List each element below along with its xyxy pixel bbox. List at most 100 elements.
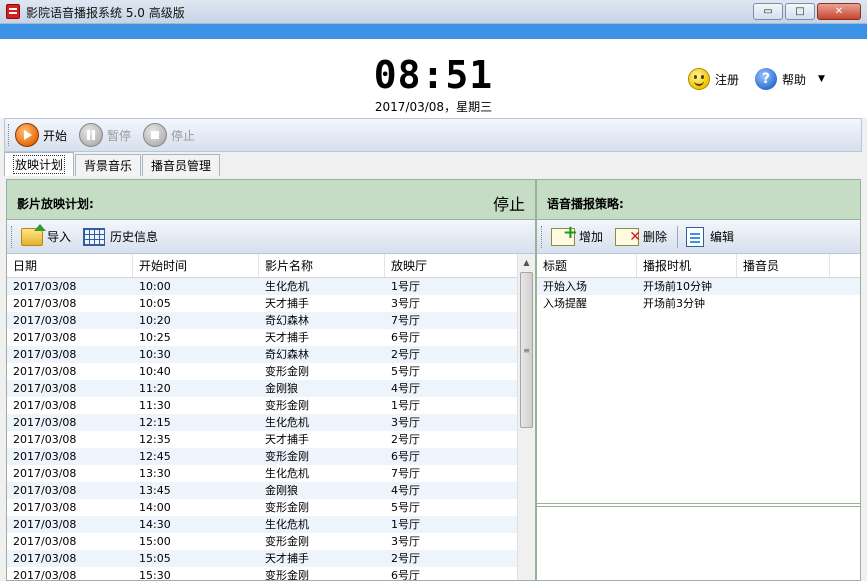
table-cell: 2号厅 [391,348,420,361]
schedule-rows: 2017/03/08 10:00 生化危机 1号厅 2017/03/08 10:05 天才捕… [7,278,519,580]
register-link[interactable]: 注册 [715,71,739,88]
table-cell: 1号厅 [391,518,420,531]
table-cell: 开场前3分钟 [643,297,705,310]
toolbar-grip[interactable] [11,226,14,248]
column-header-title[interactable]: 标题 [537,254,637,277]
table-row[interactable]: 2017/03/08 10:20 奇幻森林 7号厅 [7,312,519,329]
pause-icon [79,123,104,147]
table-row[interactable]: 2017/03/08 14:30 生化危机 1号厅 [7,516,519,533]
stop-label: 停止 [171,128,196,143]
window-title: 影院语音播报系统 5.0 高级版 [26,6,185,20]
scroll-up-icon[interactable]: ▲ [518,254,535,271]
table-cell: 2017/03/08 [13,535,77,548]
chevron-down-icon[interactable]: ▼ [818,74,825,84]
smiley-icon[interactable] [688,68,710,90]
table-cell: 11:20 [139,382,171,395]
toolbar-grip[interactable] [541,226,544,248]
column-header-announcer[interactable]: 播音员 [737,254,830,277]
folder-open-icon [21,223,46,246]
table-row[interactable]: 2017/03/08 15:30 变形金刚 6号厅 [7,567,519,580]
table-row[interactable]: 2017/03/08 11:20 金刚狼 4号厅 [7,380,519,397]
vertical-scrollbar[interactable]: ▲ ≡ [517,254,535,580]
stop-button[interactable]: 停止 [143,123,195,147]
table-row[interactable]: 2017/03/08 15:05 天才捕手 2号厅 [7,550,519,567]
table-cell: 生化危机 [265,280,309,293]
table-cell: 10:30 [139,348,171,361]
table-cell: 奇幻森林 [265,348,309,361]
start-button[interactable]: 开始 [15,123,67,147]
edit-icon [686,226,705,247]
table-cell: 生化危机 [265,467,309,480]
maximize-button[interactable]: □ [785,3,815,20]
table-row[interactable]: 2017/03/08 12:35 天才捕手 2号厅 [7,431,519,448]
table-cell: 1号厅 [391,280,420,293]
tab-schedule[interactable]: 放映计划 [4,152,75,176]
title-bar: 影院语音播报系统 5.0 高级版 ▭ □ ✕ [0,0,867,24]
table-cell: 变形金刚 [265,501,309,514]
table-cell: 2017/03/08 [13,399,77,412]
table-cell: 开场前10分钟 [643,280,712,293]
delete-button[interactable]: 删除 [615,227,667,246]
table-row[interactable]: 2017/03/08 12:45 变形金刚 6号厅 [7,448,519,465]
close-button[interactable]: ✕ [817,3,861,20]
table-row[interactable]: 2017/03/08 10:00 生化危机 1号厅 [7,278,519,295]
edit-button[interactable]: 编辑 [686,226,734,247]
help-link[interactable]: 帮助 [782,71,806,88]
table-row[interactable]: 开始入场 开场前10分钟 [537,278,860,295]
table-row[interactable]: 2017/03/08 14:00 变形金刚 5号厅 [7,499,519,516]
table-cell: 变形金刚 [265,399,309,412]
start-label: 开始 [43,128,68,143]
table-cell: 生化危机 [265,518,309,531]
schedule-toolbar: 导入 历史信息 [7,220,535,254]
table-cell: 入场提醒 [543,297,587,310]
table-cell: 10:00 [139,280,171,293]
table-row[interactable]: 2017/03/08 11:30 变形金刚 1号厅 [7,397,519,414]
table-cell: 2017/03/08 [13,348,77,361]
table-cell: 2017/03/08 [13,416,77,429]
scroll-thumb[interactable]: ≡ [520,272,533,428]
history-button[interactable]: 历史信息 [83,227,158,246]
clock-area: 08:51 2017/03/08，星期三 注册 ? 帮助 ▼ [0,39,867,118]
table-cell: 4号厅 [391,484,420,497]
table-row[interactable]: 2017/03/08 15:00 变形金刚 3号厅 [7,533,519,550]
table-cell: 6号厅 [391,331,420,344]
column-header-timing[interactable]: 播报时机 [637,254,737,277]
column-header-date[interactable]: 日期 [7,254,133,277]
pause-button[interactable]: 暂停 [79,123,131,147]
table-row[interactable]: 2017/03/08 13:30 生化危机 7号厅 [7,465,519,482]
toolbar-grip[interactable] [8,124,11,146]
column-header-hall[interactable]: 放映厅 [385,254,519,277]
table-row[interactable]: 2017/03/08 12:15 生化危机 3号厅 [7,414,519,431]
table-cell: 2017/03/08 [13,280,77,293]
minimize-button[interactable]: ▭ [753,3,783,20]
table-row[interactable]: 2017/03/08 10:30 奇幻森林 2号厅 [7,346,519,363]
import-button[interactable]: 导入 [21,223,71,246]
table-cell: 10:25 [139,331,171,344]
table-row[interactable]: 2017/03/08 10:40 变形金刚 5号厅 [7,363,519,380]
table-cell: 7号厅 [391,314,420,327]
tab-announcer-management[interactable]: 播音员管理 [142,154,221,176]
tab-background-music[interactable]: 背景音乐 [75,154,142,176]
table-row[interactable]: 入场提醒 开场前3分钟 [537,295,860,312]
table-cell: 开始入场 [543,280,587,293]
strategy-detail-area [537,506,860,581]
table-cell: 13:45 [139,484,171,497]
column-header-movie[interactable]: 影片名称 [259,254,385,277]
table-cell: 2号厅 [391,552,420,565]
table-row[interactable]: 2017/03/08 10:05 天才捕手 3号厅 [7,295,519,312]
table-row[interactable]: 2017/03/08 13:45 金刚狼 4号厅 [7,482,519,499]
help-icon[interactable]: ? [755,68,778,90]
tab-strip: 放映计划 背景音乐 播音员管理 [4,152,221,176]
table-cell: 天才捕手 [265,297,309,310]
table-cell: 10:05 [139,297,171,310]
strategy-title: 语音播报策略: [547,197,624,211]
column-header-start-time[interactable]: 开始时间 [133,254,259,277]
table-cell: 10:40 [139,365,171,378]
table-row[interactable]: 2017/03/08 10:25 天才捕手 6号厅 [7,329,519,346]
table-cell: 金刚狼 [265,382,298,395]
table-cell: 5号厅 [391,365,420,378]
add-button[interactable]: 增加 [551,224,603,246]
table-cell: 2017/03/08 [13,365,77,378]
table-cell: 变形金刚 [265,569,309,580]
pause-label: 暂停 [107,128,132,143]
